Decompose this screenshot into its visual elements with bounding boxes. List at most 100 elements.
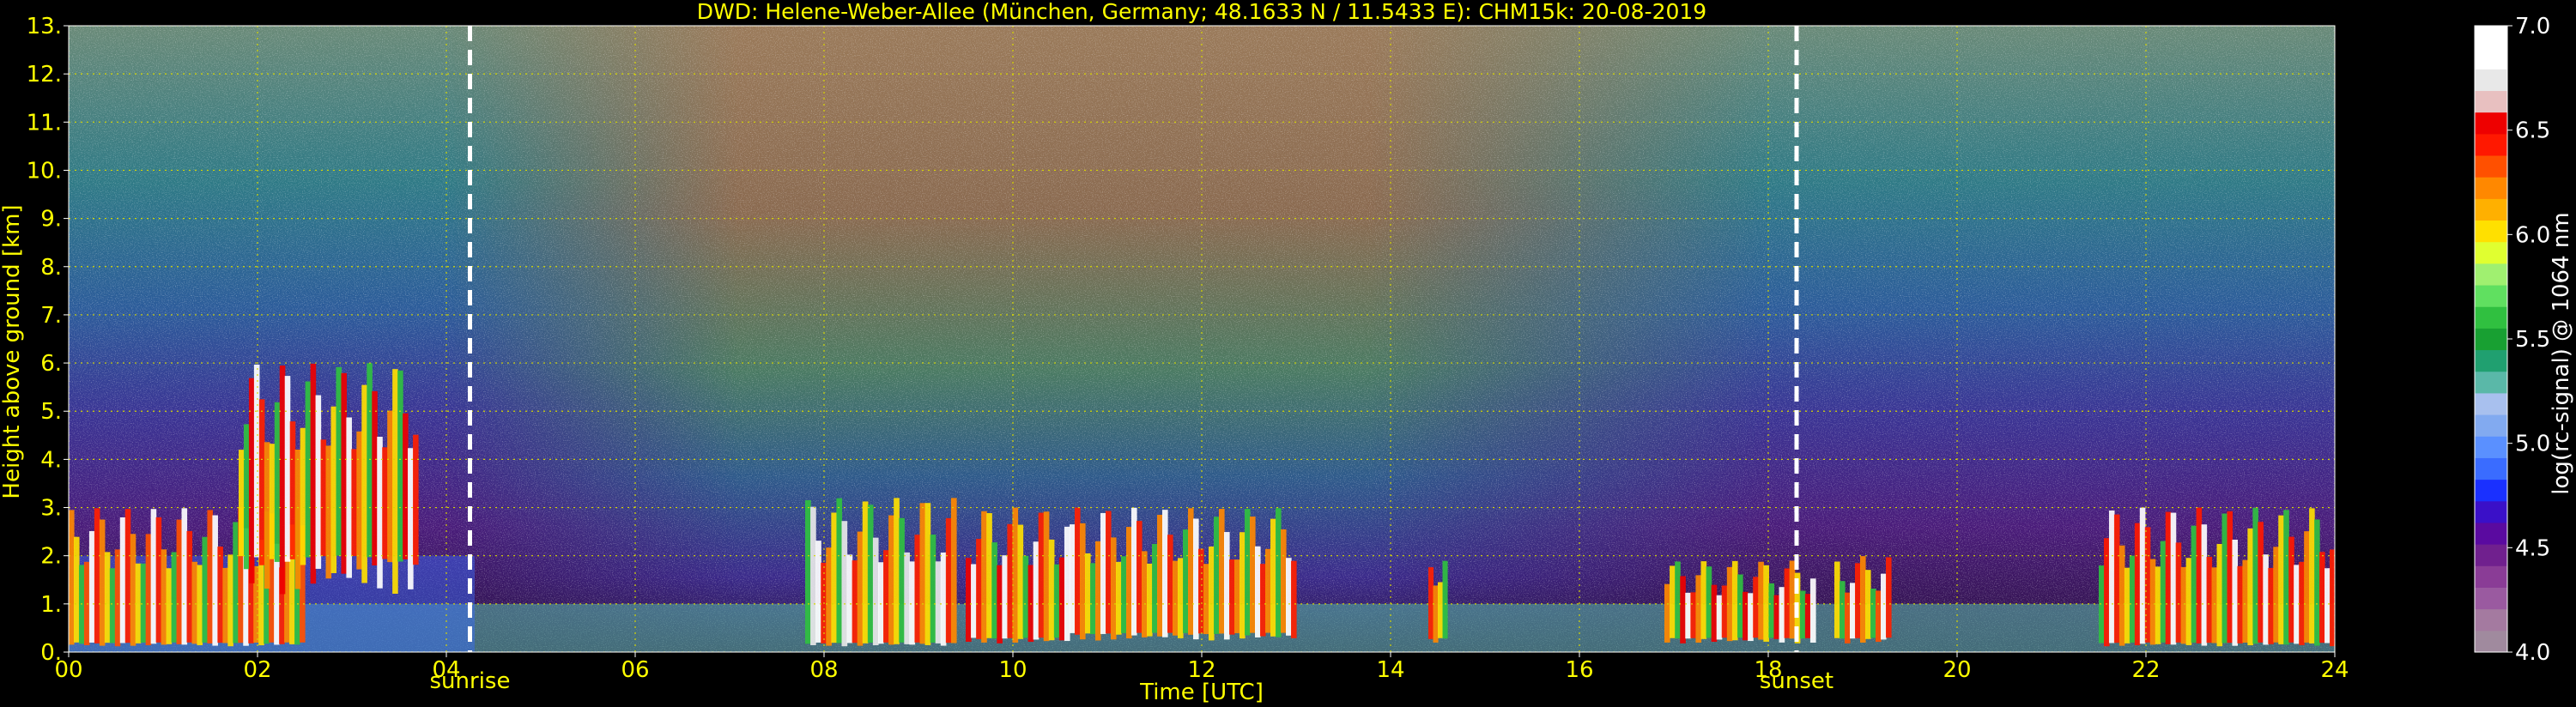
- cloud-column: [1198, 548, 1204, 634]
- cloud-column: [1743, 591, 1749, 641]
- y-tick-label: 3.: [40, 496, 62, 522]
- cloud-column: [176, 519, 183, 644]
- cloud-column: [1152, 543, 1158, 633]
- cloud-column: [2288, 536, 2294, 643]
- cloud-column: [341, 372, 347, 574]
- cloud-column: [966, 558, 972, 642]
- y-tick-label: 5.: [40, 399, 62, 425]
- cloud-column: [2247, 528, 2253, 646]
- cloud-column: [166, 568, 173, 644]
- cloud-column: [1075, 507, 1081, 635]
- colorbar-swatch: [2475, 263, 2507, 286]
- cloud-column: [1804, 594, 1811, 638]
- cloud-column: [2319, 552, 2325, 644]
- colorbar-swatch: [2475, 328, 2507, 351]
- cloud-column: [397, 370, 403, 562]
- cloud-column: [1131, 507, 1137, 636]
- cloud-column: [387, 410, 393, 563]
- cloud-column: [2129, 555, 2136, 643]
- chart-title: DWD: Helene-Weber-Allee (München, German…: [697, 0, 1706, 24]
- x-tick-label: 14: [1376, 657, 1404, 683]
- cloud-column: [1768, 583, 1775, 638]
- cloud-column: [1840, 581, 1846, 639]
- cloud-column: [367, 363, 373, 558]
- colorbar-swatch: [2475, 241, 2507, 264]
- colorbar-swatch: [2475, 47, 2507, 69]
- cloud-column: [805, 499, 811, 644]
- cloud-column: [950, 498, 957, 644]
- cloud-column: [2299, 561, 2305, 645]
- cloud-column: [2227, 511, 2234, 644]
- cloud-column: [207, 510, 213, 644]
- cloud-column: [392, 369, 398, 595]
- cloud-column: [1126, 527, 1132, 639]
- cloud-column: [274, 402, 281, 562]
- cloud-column: [1053, 564, 1060, 638]
- cloud-column: [1438, 582, 1444, 638]
- cloud-column: [2139, 507, 2146, 644]
- cloud-column: [841, 521, 848, 647]
- colorbar-swatch: [2475, 436, 2507, 458]
- cloud-column: [1116, 561, 1122, 635]
- colorbar-swatch: [2475, 522, 2507, 545]
- cloud-column: [1038, 512, 1045, 638]
- cloud-column: [867, 505, 874, 643]
- cloud-column: [1002, 555, 1008, 639]
- cloud-column: [2268, 567, 2274, 644]
- cloud-column: [351, 449, 357, 557]
- cloud-column: [872, 537, 879, 646]
- colorbar-swatch: [2475, 306, 2507, 329]
- cloud-column: [2309, 508, 2315, 644]
- cloud-column: [1779, 587, 1785, 643]
- cloud-column: [1773, 595, 1780, 639]
- cloud-column: [971, 564, 977, 638]
- cloud-column: [1229, 559, 1235, 635]
- cloud-column: [919, 503, 926, 644]
- colorbar-swatch: [2475, 349, 2507, 372]
- cloud-column: [1095, 541, 1101, 641]
- cloud-column: [191, 561, 198, 644]
- colorbar-swatch: [2475, 565, 2507, 588]
- cloud-column: [197, 565, 203, 645]
- cloud-column: [1157, 514, 1163, 637]
- x-tick-label: 20: [1943, 657, 1971, 683]
- y-tick-label: 4.: [40, 447, 62, 473]
- colorbar-swatch: [2475, 133, 2507, 156]
- x-tick-label: 06: [621, 657, 649, 683]
- cloud-column: [2221, 513, 2228, 644]
- y-axis: 0. 1. 2. 3. 4. 5. 6. 7. 8. 9. 10. 11. 12. 13.: [27, 14, 69, 666]
- cloud-column: [186, 530, 193, 643]
- cloud-column: [315, 395, 322, 569]
- cloud-column: [894, 498, 900, 644]
- cloud-column: [1167, 535, 1173, 633]
- cloud-column: [2258, 522, 2264, 643]
- cloud-column: [2196, 507, 2203, 644]
- cloud-column: [2283, 510, 2289, 645]
- cloud-column: [1255, 546, 1261, 638]
- cloud-column: [305, 381, 312, 558]
- cloud-column: [1022, 555, 1029, 638]
- cloud-column: [1043, 511, 1050, 642]
- cloud-column: [1188, 508, 1194, 635]
- cloud-column: [284, 376, 291, 562]
- cloud-column: [104, 552, 111, 644]
- cloud-column: [99, 519, 106, 646]
- cloud-column: [1173, 560, 1179, 636]
- colorbar-swatch: [2475, 630, 2507, 653]
- cloud-column: [986, 513, 992, 638]
- cloud-column: [852, 560, 858, 644]
- cloud-column: [1080, 523, 1086, 640]
- cloud-column: [212, 515, 218, 646]
- cloud-column: [2175, 542, 2182, 643]
- cloud-column: [88, 531, 95, 643]
- cloud-column: [325, 445, 332, 579]
- cloud-column: [279, 366, 286, 595]
- cloud-column: [243, 424, 250, 570]
- colorbar-swatch: [2475, 285, 2507, 307]
- colorbar-tick-label: 5.5: [2515, 327, 2550, 353]
- cloud-column: [1685, 592, 1691, 639]
- cloud-column: [914, 535, 921, 643]
- cloud-column: [1291, 560, 1297, 638]
- colorbar-swatch: [2475, 112, 2507, 135]
- cloud-column: [2099, 565, 2105, 644]
